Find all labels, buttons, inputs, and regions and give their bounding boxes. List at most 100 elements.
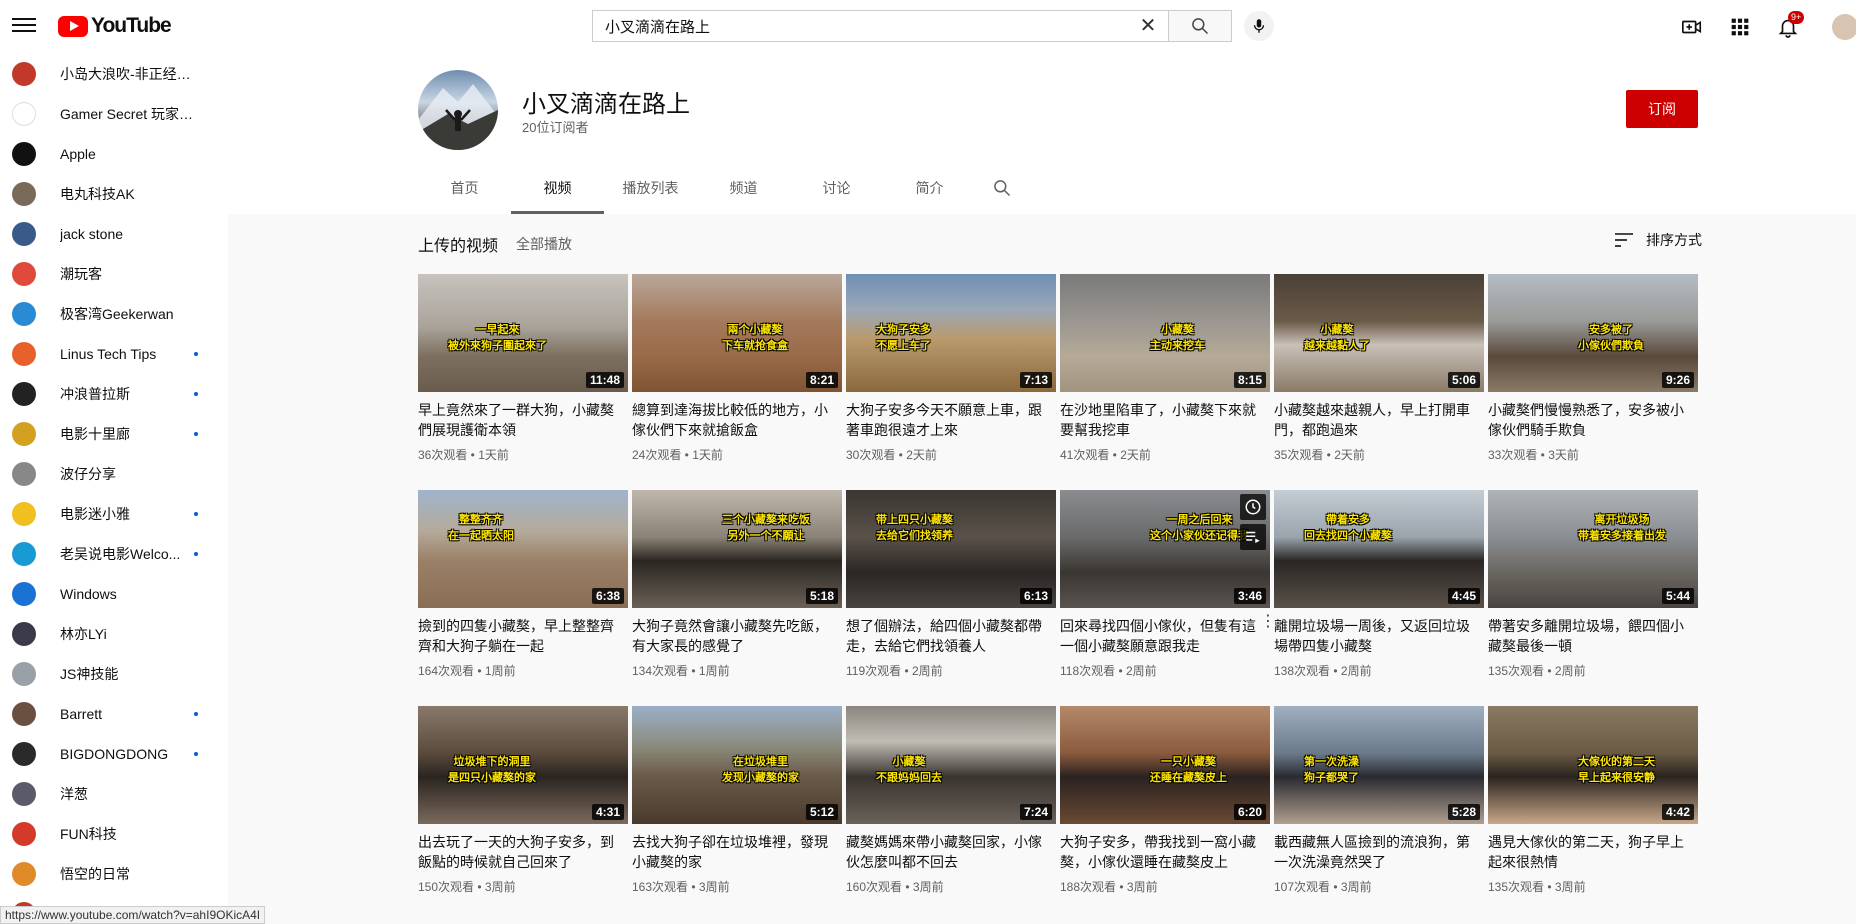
- video-thumbnail[interactable]: 大傢伙的第二天 早上起来很安静 4:42: [1488, 706, 1698, 824]
- channel-tab[interactable]: 频道: [697, 162, 790, 214]
- video-card[interactable]: 安多被了 小傢伙們欺負 9:26 小藏獒們慢慢熟悉了，安多被小傢伙們騎手欺負 33次观…: [1488, 274, 1698, 463]
- video-title[interactable]: 帶著安多離開垃圾場，餵四個小藏獒最後一頓: [1488, 616, 1698, 656]
- sidebar-channel-item[interactable]: FUN科技: [0, 814, 228, 854]
- video-title[interactable]: 撿到的四隻小藏獒，早上整整齊齊和大狗子躺在一起: [418, 616, 628, 656]
- video-thumbnail[interactable]: 小藏獒 不跟妈妈回去 7:24: [846, 706, 1056, 824]
- video-thumbnail[interactable]: 大狗子安多 不愿上车了 7:13: [846, 274, 1056, 392]
- sidebar-channel-item[interactable]: 小岛大浪吹-非正经政...: [0, 54, 228, 94]
- video-thumbnail[interactable]: 在垃圾堆里 发现小藏獒的家 5:12: [632, 706, 842, 824]
- sidebar-channel-item[interactable]: 极客湾Geekerwan: [0, 294, 228, 334]
- video-card[interactable]: 第一次洗澡 狗子都哭了 5:28 載西藏無人區撿到的流浪狗，第一次洗澡竟然哭了 107…: [1274, 706, 1484, 895]
- video-card[interactable]: 小藏獒 主动来挖车 8:15 在沙地里陷車了，小藏獒下來就要幫我挖車 41次观看 • …: [1060, 274, 1270, 463]
- video-thumbnail[interactable]: 一周之后回来 这个小家伙还记得我 3:46: [1060, 490, 1270, 608]
- video-thumbnail[interactable]: 小藏獒 越来越黏人了 5:06: [1274, 274, 1484, 392]
- channel-search-icon[interactable]: [976, 162, 1028, 214]
- video-thumbnail[interactable]: 兩个小藏獒 下车就抢食盒 8:21: [632, 274, 842, 392]
- video-card[interactable]: 大狗子安多 不愿上车了 7:13 大狗子安多今天不願意上車，跟著車跑很遠才上來 30次…: [846, 274, 1056, 463]
- video-thumbnail[interactable]: 帶着安多 回去找四个小藏獒 4:45: [1274, 490, 1484, 608]
- sidebar-channel-item[interactable]: 波仔分享: [0, 454, 228, 494]
- video-card[interactable]: 整整齐齐 在一起晒太阳 6:38 撿到的四隻小藏獒，早上整整齊齊和大狗子躺在一起 16…: [418, 490, 628, 679]
- apps-grid-icon[interactable]: [1728, 15, 1752, 39]
- video-title[interactable]: 藏獒媽媽來帶小藏獒回家，小傢伙怎麼叫都不回去: [846, 832, 1056, 872]
- sidebar-channel-item[interactable]: Gamer Secret 玩家機...: [0, 94, 228, 134]
- sidebar-channel-item[interactable]: 潮玩客: [0, 254, 228, 294]
- sidebar-channel-item[interactable]: Barrett: [0, 694, 228, 734]
- video-thumbnail[interactable]: 离开垃圾场 带着安多接着出发 5:44: [1488, 490, 1698, 608]
- watch-later-icon[interactable]: [1240, 494, 1266, 520]
- video-title[interactable]: 載西藏無人區撿到的流浪狗，第一次洗澡竟然哭了: [1274, 832, 1484, 872]
- add-to-queue-icon[interactable]: [1240, 524, 1266, 550]
- video-card[interactable]: 大傢伙的第二天 早上起来很安静 4:42 遇見大傢伙的第二天，狗子早上起來很熱情 13…: [1488, 706, 1698, 895]
- video-title[interactable]: 早上竟然來了一群大狗，小藏獒們展現護衛本領: [418, 400, 628, 440]
- video-title[interactable]: 在沙地里陷車了，小藏獒下來就要幫我挖車: [1060, 400, 1270, 440]
- channel-tab[interactable]: 首页: [418, 162, 511, 214]
- sidebar-channel-item[interactable]: 悟空的日常: [0, 854, 228, 894]
- video-title[interactable]: 去找大狗子卻在垃圾堆裡，發現小藏獒的家: [632, 832, 842, 872]
- video-card[interactable]: 三个小藏獒来吃饭 另外一个不願让 5:18 大狗子竟然會讓小藏獒先吃飯，有大家長的感…: [632, 490, 842, 679]
- video-title[interactable]: 小藏獒越來越親人，早上打開車門，都跑過來: [1274, 400, 1484, 440]
- sidebar-channel-item[interactable]: 洋葱: [0, 774, 228, 814]
- channel-avatar[interactable]: [418, 70, 498, 150]
- voice-search-button[interactable]: [1244, 11, 1274, 41]
- video-thumbnail[interactable]: 小藏獒 主动来挖车 8:15: [1060, 274, 1270, 392]
- search-input[interactable]: 小叉滴滴在路上 ✕: [592, 10, 1168, 42]
- channel-tab[interactable]: 讨论: [790, 162, 883, 214]
- video-card[interactable]: 小藏獒 越来越黏人了 5:06 小藏獒越來越親人，早上打開車門，都跑過來 35次观看 …: [1274, 274, 1484, 463]
- video-title[interactable]: 總算到達海拔比較低的地方，小傢伙們下來就搶飯盒: [632, 400, 842, 440]
- video-card[interactable]: 带上四只小藏獒 去给它们找领养 6:13 想了個辦法，給四個小藏獒都帶走，去給它們找…: [846, 490, 1056, 679]
- video-thumbnail[interactable]: 一只小藏獒 还睡在藏獒皮上 6:20: [1060, 706, 1270, 824]
- sort-by-button[interactable]: 排序方式: [1614, 230, 1702, 250]
- video-title[interactable]: 大狗子竟然會讓小藏獒先吃飯，有大家長的感覺了: [632, 616, 842, 656]
- channel-tab[interactable]: 视频: [511, 162, 604, 214]
- sidebar-channel-item[interactable]: BIGDONGDONG: [0, 734, 228, 774]
- video-card[interactable]: 一只小藏獒 还睡在藏獒皮上 6:20 大狗子安多，帶我找到一窩小藏獒，小傢伙還睡在藏…: [1060, 706, 1270, 895]
- video-card[interactable]: 一周之后回来 这个小家伙还记得我 3:46 回來尋找四個小傢伙，但隻有這一個小藏獒願…: [1060, 490, 1276, 679]
- video-card[interactable]: 兩个小藏獒 下车就抢食盒 8:21 總算到達海拔比較低的地方，小傢伙們下來就搶飯盒 2…: [632, 274, 842, 463]
- sidebar-channel-item[interactable]: 冲浪普拉斯: [0, 374, 228, 414]
- youtube-logo[interactable]: YouTube: [58, 14, 172, 38]
- search-button[interactable]: [1168, 10, 1232, 42]
- video-thumbnail[interactable]: 带上四只小藏獒 去给它们找领养 6:13: [846, 490, 1056, 608]
- account-avatar[interactable]: [1832, 14, 1856, 40]
- video-title[interactable]: 想了個辦法，給四個小藏獒都帶走，去給它們找領養人: [846, 616, 1056, 656]
- channel-tab[interactable]: 简介: [883, 162, 976, 214]
- clear-search-icon[interactable]: ✕: [1138, 16, 1158, 37]
- video-title[interactable]: 出去玩了一天的大狗子安多，到飯點的時候就自己回來了: [418, 832, 628, 872]
- video-card[interactable]: 一早起來 被外來狗子圍起來了 11:48 早上竟然來了一群大狗，小藏獒們展現護衛本領…: [418, 274, 628, 463]
- video-card[interactable]: 小藏獒 不跟妈妈回去 7:24 藏獒媽媽來帶小藏獒回家，小傢伙怎麼叫都不回去 160次…: [846, 706, 1056, 895]
- notifications-button[interactable]: 9+: [1776, 11, 1805, 39]
- video-title[interactable]: 離開垃圾場一周後，又返回垃圾場帶四隻小藏獒: [1274, 616, 1484, 656]
- uploads-title[interactable]: 上传的视频: [418, 232, 498, 256]
- video-thumbnail[interactable]: 三个小藏獒来吃饭 另外一个不願让 5:18: [632, 490, 842, 608]
- sidebar-channel-item[interactable]: 老吴说电影Welco...: [0, 534, 228, 574]
- sidebar-channel-item[interactable]: 电影迷小雅: [0, 494, 228, 534]
- sidebar-channel-item[interactable]: 林亦LYi: [0, 614, 228, 654]
- video-title[interactable]: 大狗子安多今天不願意上車，跟著車跑很遠才上來: [846, 400, 1056, 440]
- sidebar-channel-item[interactable]: Apple: [0, 134, 228, 174]
- video-thumbnail[interactable]: 安多被了 小傢伙們欺負 9:26: [1488, 274, 1698, 392]
- channel-tab[interactable]: 播放列表: [604, 162, 697, 214]
- more-actions-icon[interactable]: ⋮: [1260, 614, 1276, 634]
- subscribe-button[interactable]: 订阅: [1626, 90, 1698, 128]
- sidebar-channel-item[interactable]: jack stone: [0, 214, 228, 254]
- video-card[interactable]: 垃圾堆下的洞里 是四只小藏獒的家 4:31 出去玩了一天的大狗子安多，到飯點的時候就…: [418, 706, 628, 895]
- sidebar-channel-item[interactable]: JS神技能: [0, 654, 228, 694]
- sidebar-channel-item[interactable]: Windows: [0, 574, 228, 614]
- video-title[interactable]: 回來尋找四個小傢伙，但隻有這一個小藏獒願意跟我走: [1060, 616, 1270, 656]
- video-thumbnail[interactable]: 整整齐齐 在一起晒太阳 6:38: [418, 490, 628, 608]
- sidebar-channel-item[interactable]: Linus Tech Tips: [0, 334, 228, 374]
- video-card[interactable]: 在垃圾堆里 发现小藏獒的家 5:12 去找大狗子卻在垃圾堆裡，發現小藏獒的家 163次…: [632, 706, 842, 895]
- video-card[interactable]: 帶着安多 回去找四个小藏獒 4:45 離開垃圾場一周後，又返回垃圾場帶四隻小藏獒 13…: [1274, 490, 1484, 679]
- video-thumbnail[interactable]: 垃圾堆下的洞里 是四只小藏獒的家 4:31: [418, 706, 628, 824]
- video-title[interactable]: 大狗子安多，帶我找到一窩小藏獒，小傢伙還睡在藏獒皮上: [1060, 832, 1270, 872]
- video-title[interactable]: 小藏獒們慢慢熟悉了，安多被小傢伙們騎手欺負: [1488, 400, 1698, 440]
- create-video-icon[interactable]: [1680, 15, 1704, 39]
- video-thumbnail[interactable]: 一早起來 被外來狗子圍起來了 11:48: [418, 274, 628, 392]
- video-title[interactable]: 遇見大傢伙的第二天，狗子早上起來很熱情: [1488, 832, 1698, 872]
- sidebar-channel-item[interactable]: 电影十里廊: [0, 414, 228, 454]
- video-card[interactable]: 离开垃圾场 带着安多接着出发 5:44 帶著安多離開垃圾場，餵四個小藏獒最後一頓 13…: [1488, 490, 1698, 679]
- play-all-button[interactable]: 全部播放: [516, 234, 572, 254]
- sidebar-channel-item[interactable]: 电丸科技AK: [0, 174, 228, 214]
- menu-icon[interactable]: [12, 14, 36, 38]
- video-thumbnail[interactable]: 第一次洗澡 狗子都哭了 5:28: [1274, 706, 1484, 824]
